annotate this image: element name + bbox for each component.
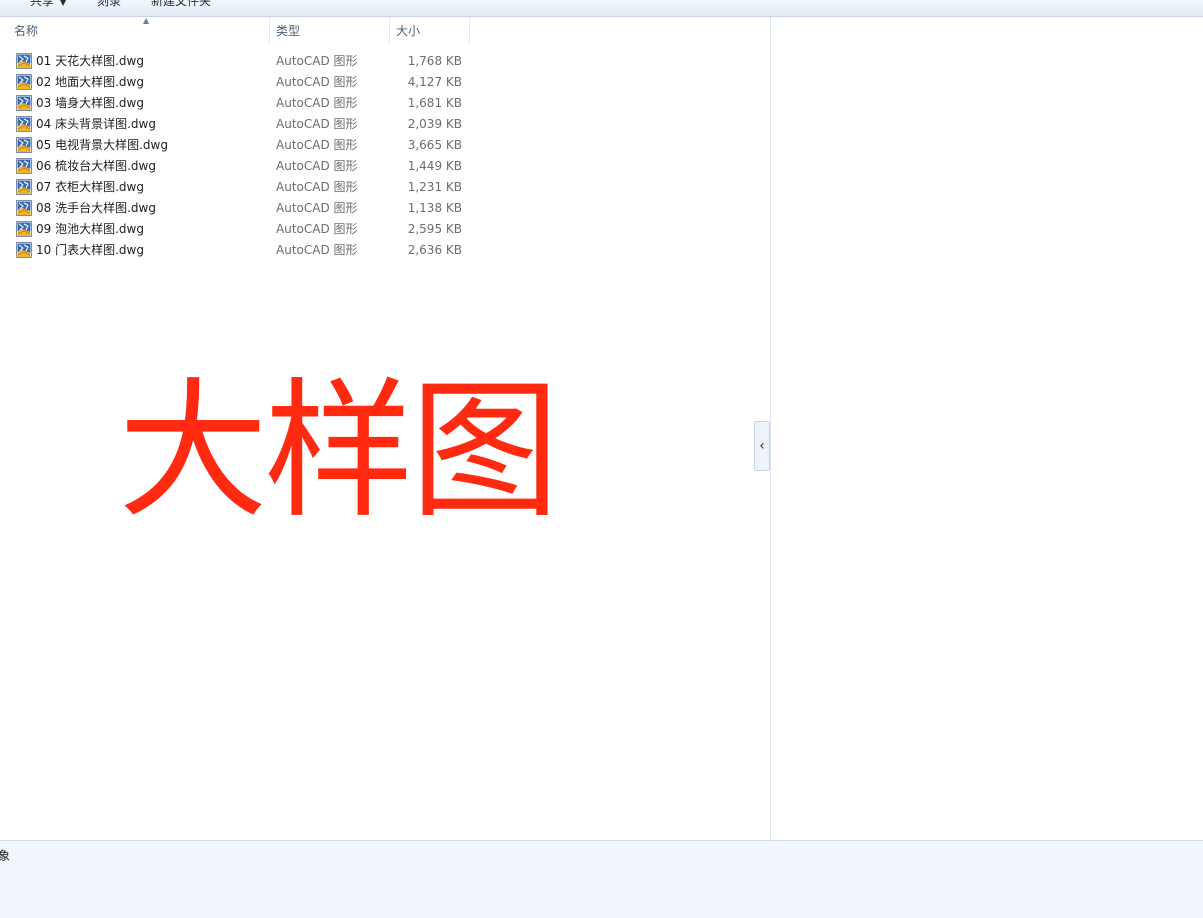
- share-button[interactable]: 共享 ▼: [30, 0, 66, 11]
- overlay-title: 大样图: [118, 365, 560, 539]
- file-row[interactable]: 09 泡池大样图.dwg AutoCAD 图形 2,595 KB: [0, 219, 771, 240]
- file-name: 02 地面大样图.dwg: [36, 75, 144, 89]
- file-type: AutoCAD 图形: [276, 180, 358, 194]
- file-size: 2,595 KB: [407, 222, 462, 236]
- file-type: AutoCAD 图形: [276, 96, 358, 110]
- file-type: AutoCAD 图形: [276, 54, 358, 68]
- file-type: AutoCAD 图形: [276, 201, 358, 215]
- column-name-label: 名称: [14, 24, 39, 38]
- autocad-dwg-icon: [16, 116, 32, 132]
- toolbar: 共享 ▼ 刻录 新建文件夹: [0, 0, 1203, 17]
- autocad-dwg-icon: [16, 221, 32, 237]
- new-folder-button[interactable]: 新建文件夹: [151, 0, 211, 11]
- share-label: 共享: [30, 0, 55, 8]
- dropdown-caret-icon: ▼: [60, 0, 67, 7]
- file-row[interactable]: 04 床头背景详图.dwg AutoCAD 图形 2,039 KB: [0, 114, 771, 135]
- preview-pane: [772, 17, 1203, 840]
- file-row[interactable]: 06 梳妆台大样图.dwg AutoCAD 图形 1,449 KB: [0, 156, 771, 177]
- file-row[interactable]: 07 衣柜大样图.dwg AutoCAD 图形 1,231 KB: [0, 177, 771, 198]
- file-type: AutoCAD 图形: [276, 75, 358, 89]
- autocad-dwg-icon: [16, 200, 32, 216]
- file-name: 01 天花大样图.dwg: [36, 54, 144, 68]
- autocad-dwg-icon: [16, 158, 32, 174]
- column-size-label: 大小: [396, 24, 421, 38]
- chevron-left-icon: ‹: [759, 438, 765, 454]
- column-header: 名称 ▲ 类型 大小: [0, 16, 771, 44]
- autocad-dwg-icon: [16, 137, 32, 153]
- autocad-dwg-icon: [16, 95, 32, 111]
- file-type: AutoCAD 图形: [276, 243, 358, 257]
- file-name: 07 衣柜大样图.dwg: [36, 180, 144, 194]
- burn-label: 刻录: [97, 0, 122, 8]
- status-text: 象: [0, 849, 11, 863]
- file-size: 2,636 KB: [407, 243, 462, 257]
- file-type: AutoCAD 图形: [276, 138, 358, 152]
- file-name: 06 梳妆台大样图.dwg: [36, 159, 156, 173]
- file-row[interactable]: 10 门表大样图.dwg AutoCAD 图形 2,636 KB: [0, 240, 771, 261]
- file-size: 1,768 KB: [407, 54, 462, 68]
- autocad-dwg-icon: [16, 53, 32, 69]
- column-type-header[interactable]: 类型: [270, 17, 390, 44]
- file-list-pane: 名称 ▲ 类型 大小 01 天花大样图.dwg AutoCAD 图形 1,768…: [0, 16, 771, 840]
- sort-ascending-icon: ▲: [143, 16, 150, 25]
- file-row[interactable]: 08 洗手台大样图.dwg AutoCAD 图形 1,138 KB: [0, 198, 771, 219]
- file-type: AutoCAD 图形: [276, 222, 358, 236]
- autocad-dwg-icon: [16, 179, 32, 195]
- file-name: 08 洗手台大样图.dwg: [36, 201, 156, 215]
- file-row[interactable]: 02 地面大样图.dwg AutoCAD 图形 4,127 KB: [0, 72, 771, 93]
- file-size: 1,138 KB: [407, 201, 462, 215]
- autocad-dwg-icon: [16, 74, 32, 90]
- file-name: 03 墙身大样图.dwg: [36, 96, 144, 110]
- collapse-preview-button[interactable]: ‹: [754, 421, 770, 471]
- file-name: 10 门表大样图.dwg: [36, 243, 144, 257]
- file-size: 1,449 KB: [407, 159, 462, 173]
- file-size: 3,665 KB: [407, 138, 462, 152]
- autocad-dwg-icon: [16, 242, 32, 258]
- file-size: 2,039 KB: [407, 117, 462, 131]
- file-size: 1,231 KB: [407, 180, 462, 194]
- file-row[interactable]: 05 电视背景大样图.dwg AutoCAD 图形 3,665 KB: [0, 135, 771, 156]
- file-name: 05 电视背景大样图.dwg: [36, 138, 168, 152]
- file-rows: 01 天花大样图.dwg AutoCAD 图形 1,768 KB 02 地面大样…: [0, 51, 771, 261]
- file-type: AutoCAD 图形: [276, 159, 358, 173]
- file-name: 04 床头背景详图.dwg: [36, 117, 156, 131]
- burn-button[interactable]: 刻录: [97, 0, 121, 11]
- file-size: 4,127 KB: [407, 75, 462, 89]
- column-size-header[interactable]: 大小: [390, 17, 470, 44]
- file-row[interactable]: 03 墙身大样图.dwg AutoCAD 图形 1,681 KB: [0, 93, 771, 114]
- column-type-label: 类型: [276, 24, 301, 38]
- file-row[interactable]: 01 天花大样图.dwg AutoCAD 图形 1,768 KB: [0, 51, 771, 72]
- file-size: 1,681 KB: [407, 96, 462, 110]
- new-folder-label: 新建文件夹: [151, 0, 212, 8]
- file-name: 09 泡池大样图.dwg: [36, 222, 144, 236]
- file-type: AutoCAD 图形: [276, 117, 358, 131]
- status-bar: 象: [0, 840, 1203, 918]
- column-name-header[interactable]: 名称 ▲: [8, 16, 270, 44]
